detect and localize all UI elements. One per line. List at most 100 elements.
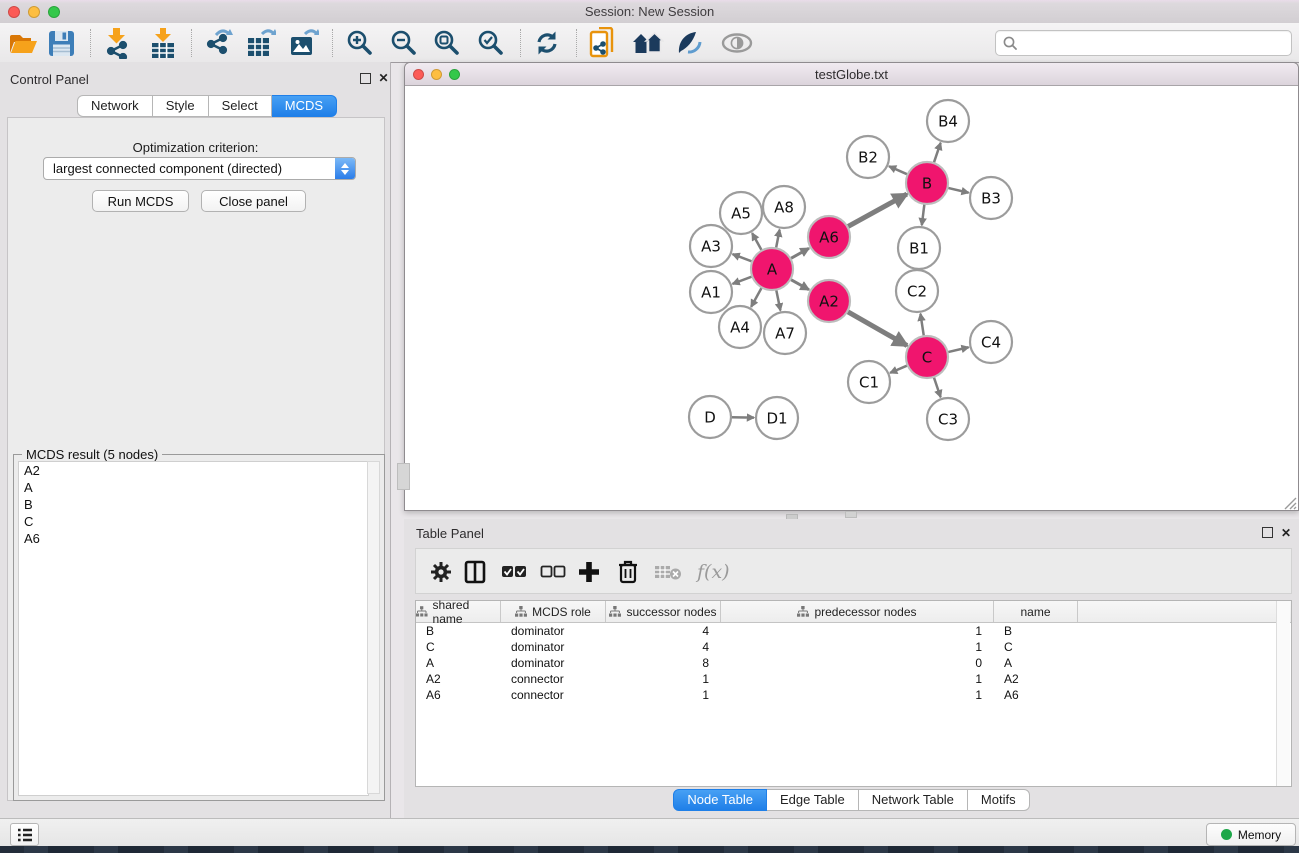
function-builder-icon[interactable]: f(x) [697,559,730,585]
tab-edge-table[interactable]: Edge Table [767,789,859,811]
delete-column-icon[interactable] [616,559,640,585]
criterion-dropdown[interactable]: largest connected component (directed) [43,157,356,180]
table-row-A6[interactable]: A6connector11A6 [416,687,1291,703]
edge-C-C2[interactable] [920,314,924,337]
edge-C-C1[interactable] [890,365,909,373]
edge-A-A4[interactable] [751,287,762,307]
tab-select[interactable]: Select [209,95,272,117]
graph-node-label: B1 [909,240,929,258]
network-graph-canvas[interactable]: B4B2BB3A5A8A6A3B1AA1C2A2A4A7C4CC1C3DD1 [405,86,1298,510]
search-input[interactable] [1018,34,1291,52]
export-table-icon[interactable] [246,27,276,59]
dropdown-stepper-icon [335,158,355,179]
zoom-out-icon[interactable] [390,27,418,59]
edge-A-A6[interactable] [789,248,809,259]
table-scrollbar[interactable] [1276,601,1290,786]
cell: C [416,639,501,655]
close-panel-icon[interactable]: ✕ [378,73,389,84]
fx-label: f(x) [697,561,730,583]
column-header-predecessor-nodes[interactable]: predecessor nodes [721,601,994,622]
network-window-titlebar[interactable]: testGlobe.txt [405,63,1298,86]
column-header-MCDS-role[interactable]: MCDS role [501,601,606,622]
table-row-A[interactable]: Adominator80A [416,655,1291,671]
cell: 1 [721,671,994,687]
cell: 0 [721,655,994,671]
tab-network-table[interactable]: Network Table [859,789,968,811]
show-column-icon[interactable] [464,559,486,585]
edge-B-B1[interactable] [922,203,925,225]
open-file-icon[interactable] [8,27,38,59]
result-item[interactable]: C [19,513,368,530]
edge-A6-B[interactable] [847,194,907,227]
edge-A-A2[interactable] [789,279,809,290]
edge-A2-C[interactable] [846,311,907,346]
edge-A-A1[interactable] [733,276,754,284]
graph-node-label: D [704,409,716,427]
mcds-result-title: MCDS result (5 nodes) [22,447,162,462]
cell: A6 [994,687,1078,703]
table-row-B[interactable]: Bdominator41B [416,623,1291,639]
control-panel: Control Panel ✕ NetworkStyleSelectMCDS O… [0,62,391,818]
edge-A-A3[interactable] [733,254,754,262]
run-mcds-button[interactable]: Run MCDS [92,190,189,212]
zoom-in-icon[interactable] [346,27,374,59]
edge-B-B3[interactable] [946,188,968,193]
task-history-button[interactable] [10,823,39,846]
edge-A-A5[interactable] [752,233,762,251]
tab-style[interactable]: Style [153,95,209,117]
graph-node-label: A8 [774,199,794,217]
float-table-panel-icon[interactable] [1262,527,1273,538]
settings-gear-icon[interactable] [429,559,453,585]
table-row-C[interactable]: Cdominator41C [416,639,1291,655]
tab-network[interactable]: Network [77,95,153,117]
tab-mcds[interactable]: MCDS [272,95,337,117]
zoom-selected-icon[interactable] [477,27,505,59]
export-network-icon[interactable] [203,27,233,59]
status-bar: Memory [0,818,1299,846]
close-table-panel-icon[interactable]: ✕ [1281,526,1291,540]
column-header-shared-name[interactable]: shared name [416,601,501,622]
export-image-icon[interactable] [289,27,319,59]
save-session-icon[interactable] [48,27,75,59]
column-header-name[interactable]: name [994,601,1078,622]
import-table-from-file-icon[interactable] [149,27,177,59]
home-views-icon[interactable] [632,27,664,59]
resize-grip-icon[interactable] [1282,495,1297,510]
result-item[interactable]: A6 [19,530,368,547]
close-panel-button[interactable]: Close panel [201,190,306,212]
zoom-fit-icon[interactable] [433,27,461,59]
refresh-layout-icon[interactable] [533,27,561,59]
vertical-scrollbar-thumb[interactable] [397,463,410,490]
result-item[interactable]: A [19,479,368,496]
edge-C-C3[interactable] [933,376,940,397]
graph-node-label: B4 [938,113,958,131]
add-column-icon[interactable] [577,559,601,585]
show-hide-eye-icon[interactable] [721,27,753,59]
import-network-from-file-icon[interactable] [103,27,131,59]
new-network-from-selection-icon[interactable] [589,27,619,59]
table-row-A2[interactable]: A2connector11A2 [416,671,1291,687]
search-field[interactable] [995,30,1292,56]
edge-A-A8[interactable] [776,230,780,250]
graph-node-label: A4 [730,319,750,337]
edge-B-B4[interactable] [933,143,940,164]
float-panel-icon[interactable] [360,73,371,84]
result-item[interactable]: A2 [19,462,368,479]
criterion-selected-value: largest connected component (directed) [44,161,335,176]
memory-button[interactable]: Memory [1206,823,1296,846]
column-header-successor-nodes[interactable]: successor nodes [606,601,721,622]
select-all-checkboxes-icon[interactable] [501,559,527,585]
horizontal-scrollbar-thumb[interactable] [845,511,857,518]
graphics-details-icon[interactable] [676,27,704,59]
edge-B-B2[interactable] [889,166,909,175]
tab-motifs[interactable]: Motifs [968,789,1030,811]
result-item[interactable]: B [19,496,368,513]
edge-A-A7[interactable] [776,289,780,311]
tab-node-table[interactable]: Node Table [673,789,767,811]
attribute-tree-icon [797,606,809,617]
edge-C-C4[interactable] [946,347,968,352]
node-table[interactable]: shared nameMCDS rolesuccessor nodesprede… [415,600,1292,787]
mcds-result-scrollbar[interactable] [367,461,380,794]
clear-all-checkboxes-icon[interactable] [540,559,566,585]
delete-table-icon[interactable] [654,559,682,585]
